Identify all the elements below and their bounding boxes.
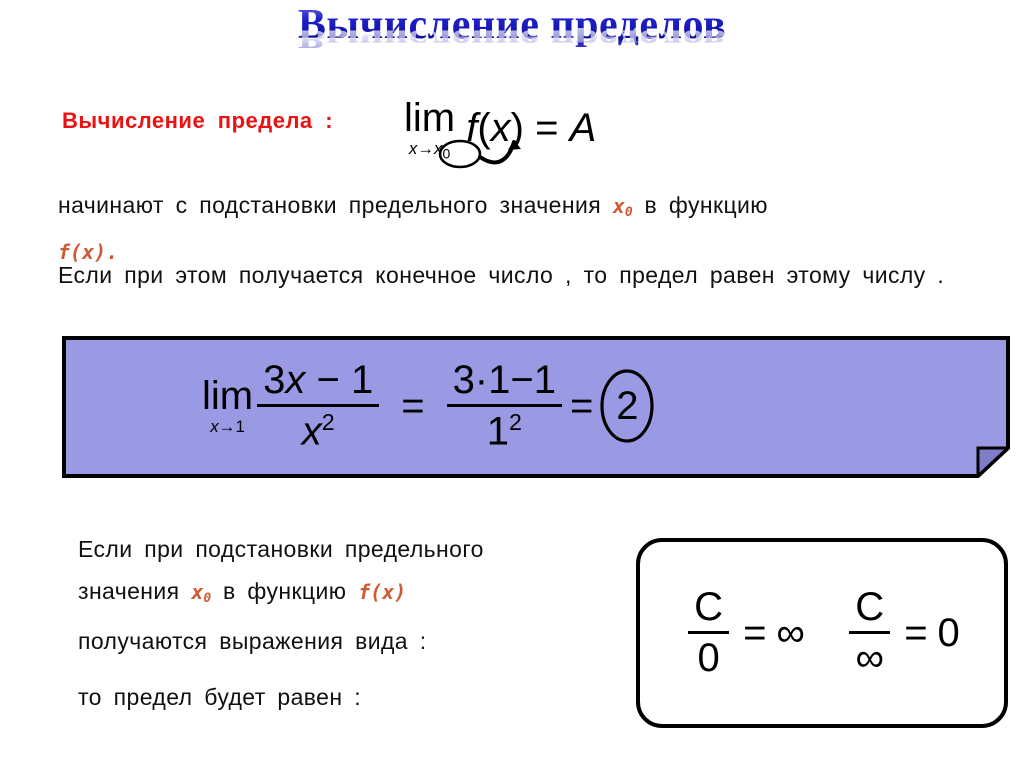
limit-result: A	[569, 105, 597, 150]
indeterminate-cases-box: C 0 = ∞ C ∞ = 0	[636, 538, 1008, 728]
lim-sub-var: x	[408, 139, 418, 158]
limit-definition-formula: lim x→x0 f(x) = A	[404, 98, 704, 170]
p3-accent-x0-base: x	[191, 580, 204, 604]
example-rhs-numerator: 3·1−1	[452, 357, 556, 402]
case2-numerator: C	[855, 585, 885, 629]
lim-subscript: x→x0	[408, 139, 451, 163]
case1-result: ∞	[776, 610, 805, 655]
example-equals-2: =	[569, 383, 594, 428]
corner-fold-icon	[976, 446, 1010, 478]
paragraph-limit-equals: то предел будет равен :	[78, 684, 362, 710]
slide-title-block: Вычисление пределов Вычисление пределов	[0, 2, 1024, 88]
example-answer: 2	[599, 368, 655, 444]
p3-line3: получаются выражения вида :	[78, 628, 427, 654]
example-rhs-denominator: 12	[481, 407, 528, 454]
example-den-var: x	[301, 409, 322, 454]
calc-limit-label: Вычисление предела :	[62, 108, 334, 133]
example-sub-value: 1	[235, 416, 245, 436]
paragraph-finite-number: Если при этом получается конечное число …	[58, 262, 945, 288]
case1-numerator: C	[694, 585, 724, 629]
example-lhs-numerator: 3x − 1	[257, 358, 379, 404]
lim-sub-arrow: →	[417, 139, 435, 158]
cases-row: C 0 = ∞ C ∞ = 0	[640, 542, 1004, 724]
p1-accent-x0-sub: 0	[624, 205, 633, 220]
example-rhs-den-exp: 2	[508, 408, 522, 435]
p1-part2: в функцию	[632, 192, 768, 218]
case1-fraction: C 0	[688, 585, 730, 681]
example-num-const: 1	[350, 357, 374, 402]
p3-accent-fx: f(x)	[358, 580, 407, 604]
example-num-coef: 3	[263, 357, 286, 402]
function-name: f	[466, 105, 478, 150]
example-answer-value: 2	[616, 384, 639, 428]
example-sub-var: x	[210, 416, 219, 436]
equals-sign: =	[535, 105, 559, 150]
case2-equals: =	[904, 610, 928, 655]
case-c-over-infinity: C ∞ = 0	[845, 585, 960, 681]
case2-fraction: C ∞	[849, 585, 891, 681]
case2-result: 0	[937, 610, 960, 655]
example-lhs-fraction: 3x − 1 x2	[257, 358, 380, 454]
example-expression: lim x→1 3x − 1 x2 = 3·1−1 12 = 2	[202, 354, 655, 458]
example-lim-operator: lim x→1	[202, 376, 253, 436]
p1-accent-x0: x0	[612, 194, 633, 220]
example-den-exp: 2	[321, 408, 335, 435]
p3-accent-x0: x0	[191, 580, 212, 606]
case2-denominator: ∞	[855, 636, 884, 680]
case-c-over-zero: C 0 = ∞	[684, 585, 805, 681]
example-num-var: x	[285, 357, 306, 402]
p3-line1: Если при подстановки предельного	[78, 536, 484, 562]
example-sub-arrow: →	[218, 416, 236, 436]
p3-line2-part2: в функцию	[211, 578, 359, 604]
function-arg: x	[490, 105, 511, 150]
page-title-reflection: Вычисление пределов	[297, 24, 727, 53]
lim-sub-target-index: 0	[442, 145, 451, 162]
paragraph-indeterminate-forms: Если при подстановки предельного значени…	[78, 528, 598, 662]
p1-part1: начинают с подстановки предельного значе…	[58, 192, 613, 218]
example-formula-box: lim x→1 3x − 1 x2 = 3·1−1 12 = 2	[62, 336, 1010, 478]
p1-accent-x0-base: x	[612, 194, 625, 218]
close-paren: )	[510, 105, 524, 150]
example-lim-symbol: lim	[202, 373, 254, 418]
example-rhs-fraction: 3·1−1 12	[446, 357, 562, 454]
example-lhs-denominator: x2	[296, 407, 341, 454]
open-paren: (	[477, 105, 491, 150]
lim-symbol: lim	[404, 96, 456, 140]
case1-denominator: 0	[697, 636, 720, 680]
p3-accent-x0-sub: 0	[203, 591, 212, 606]
example-equals-1: =	[401, 383, 425, 428]
example-rhs-den-base: 1	[486, 409, 509, 454]
p3-line2-part1: значения	[78, 578, 192, 604]
example-num-minus: −	[316, 357, 340, 402]
lim-operator: lim x→x0	[404, 98, 455, 163]
example-lim-subscript: x→1	[210, 416, 245, 436]
case1-equals: =	[743, 610, 767, 655]
limit-expression: lim x→x0 f(x) = A	[404, 98, 596, 163]
